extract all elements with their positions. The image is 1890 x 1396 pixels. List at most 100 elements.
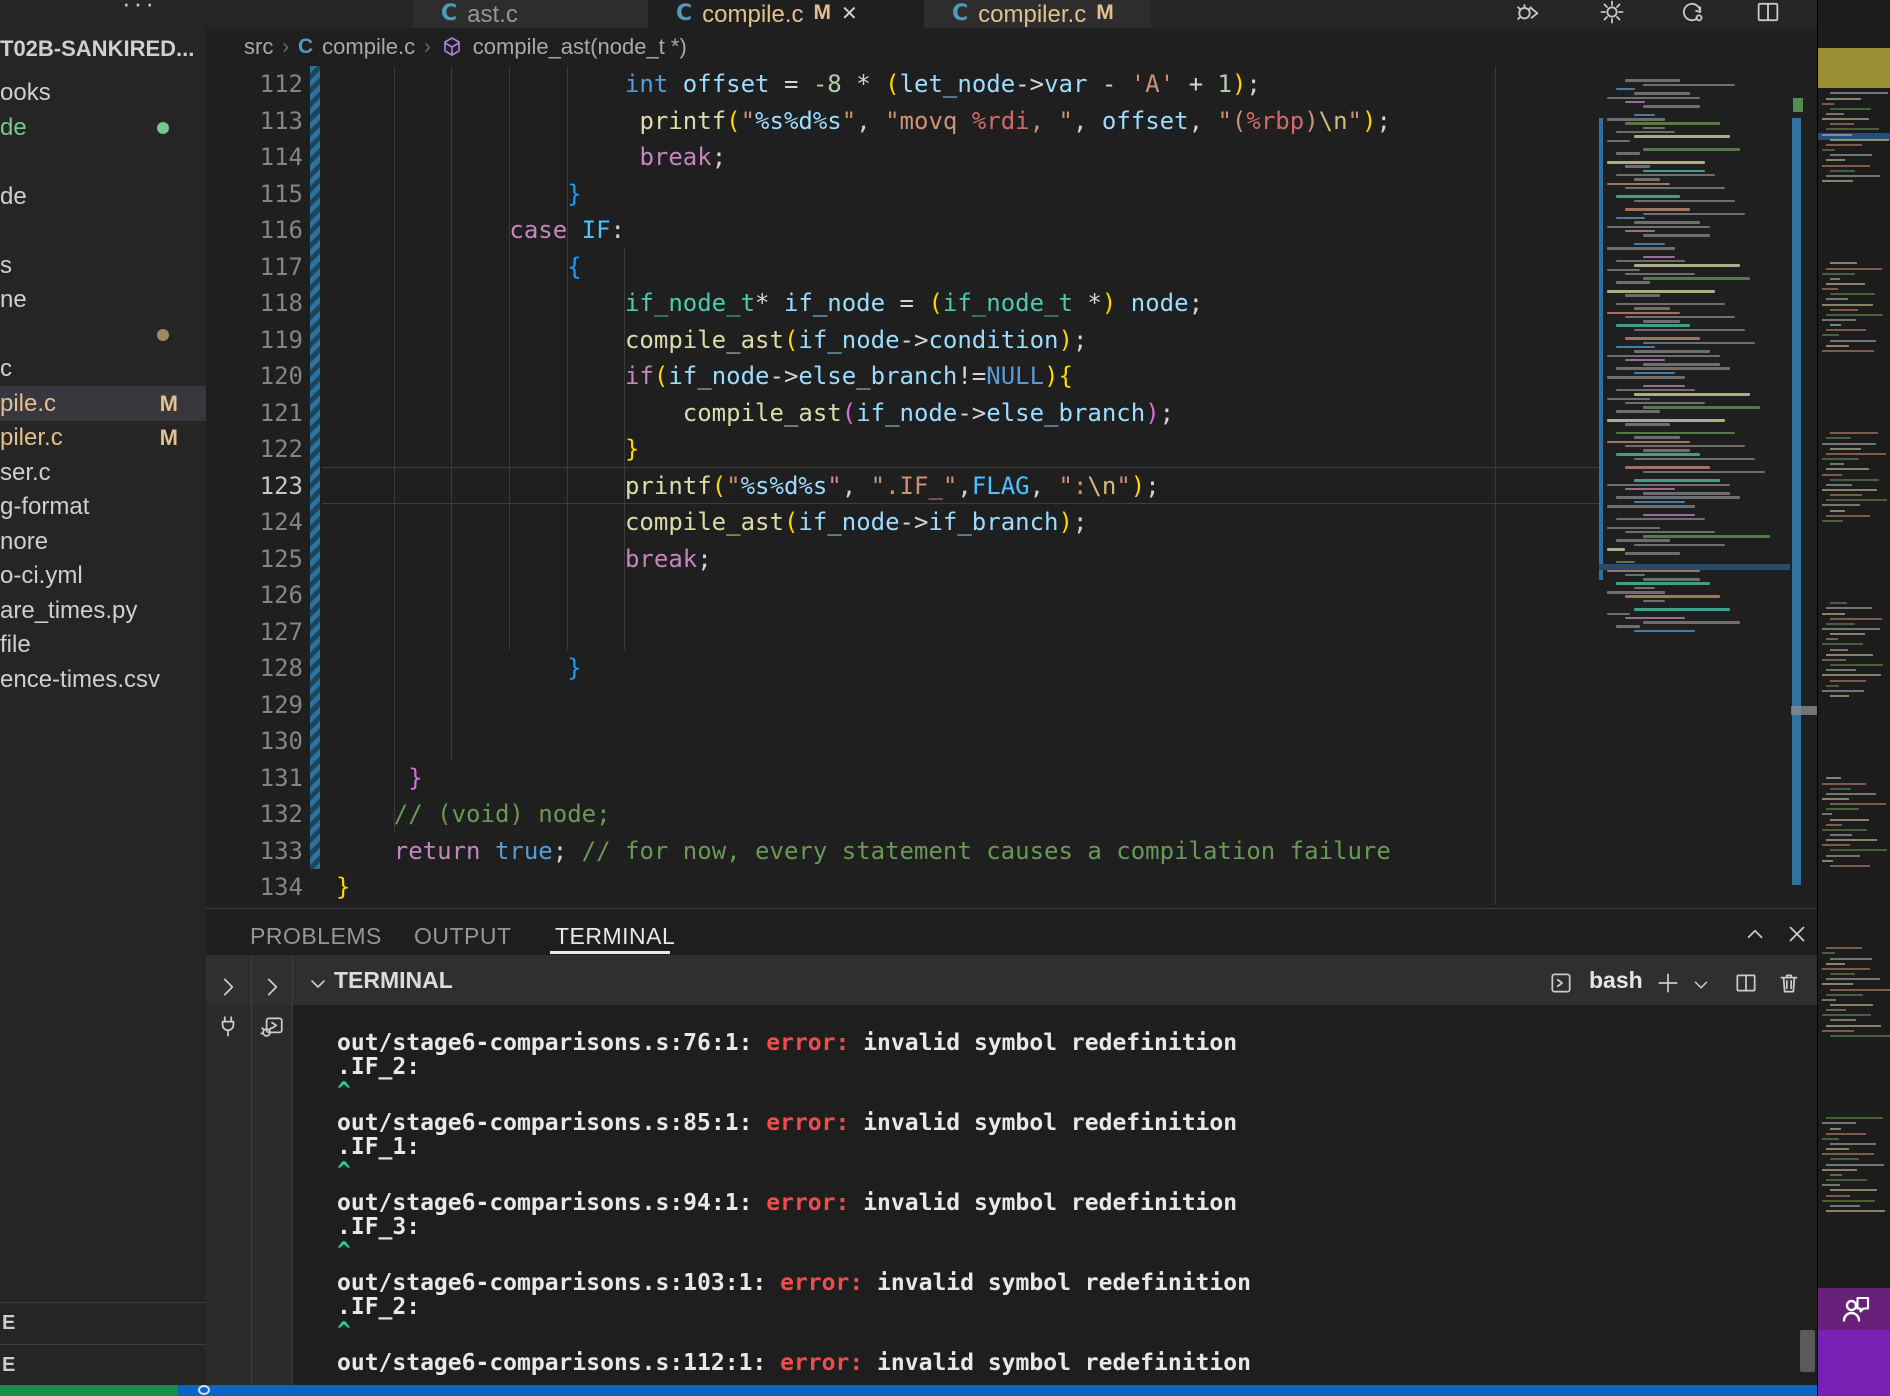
tab-compile.c[interactable]: Ccompile.cM✕ — [648, 0, 924, 28]
sidebar-item-ne[interactable]: ne — [0, 282, 206, 317]
code-line-112[interactable]: int offset = -8 * (let_node->var - 'A' +… — [336, 66, 1261, 103]
editor-scrollbar-thumb[interactable] — [1791, 706, 1817, 715]
terminal-dropdown-chevron-icon[interactable] — [1690, 974, 1712, 996]
code-line-123[interactable]: printf("%s%d%s", ".IF_",FLAG, ":\n"); — [336, 468, 1160, 505]
terminal-caret-line: ^ — [337, 1239, 1777, 1263]
kill-terminal-trash-icon[interactable] — [1776, 970, 1802, 996]
tab-label: compiler.c — [978, 1, 1086, 29]
current-line-border-top — [322, 467, 1599, 468]
plug-icon[interactable] — [215, 1014, 241, 1040]
close-tab-icon[interactable]: ✕ — [841, 1, 858, 26]
sidebar-item-de[interactable]: de — [0, 110, 206, 145]
sidebar-item-o-ci.yml[interactable]: o-ci.yml — [0, 558, 206, 593]
code-line-118[interactable]: if_node_t* if_node = (if_node_t *) node; — [336, 285, 1203, 322]
background-window-text-line — [1830, 340, 1876, 342]
sidebar-section-header[interactable]: E — [0, 1302, 206, 1342]
debug-run-icon[interactable] — [1514, 0, 1542, 26]
background-window-text-line — [1826, 669, 1856, 671]
sidebar-item-de[interactable]: de — [0, 179, 206, 214]
indent-guide — [509, 66, 510, 650]
code-line-117[interactable]: { — [336, 249, 582, 286]
background-window-text-line — [1830, 262, 1857, 264]
sidebar-item-s[interactable]: s — [0, 248, 206, 283]
tab-problems[interactable]: PROBLEMS — [250, 923, 382, 950]
sync-icon[interactable] — [1678, 0, 1706, 26]
sidebar-item-ence-times.csv[interactable]: ence-times.csv — [0, 662, 206, 697]
code-line-134[interactable]: } — [336, 869, 350, 906]
gear-icon[interactable] — [1598, 0, 1626, 26]
chevron-down-icon[interactable] — [306, 972, 330, 996]
background-window-text-line — [1826, 607, 1872, 609]
code-line-120[interactable]: if(if_node->else_branch!=NULL){ — [336, 358, 1073, 395]
tab-output[interactable]: OUTPUT — [414, 923, 512, 950]
shell-name-label[interactable]: bash — [1589, 967, 1643, 994]
background-window-text-line — [1822, 118, 1869, 120]
explorer-folder-header[interactable]: T02B-SANKIRED... — [0, 36, 200, 62]
sidebar-item-nore[interactable]: nore — [0, 524, 206, 559]
background-window-text-line — [1822, 304, 1873, 306]
sidebar-item-hidden[interactable] — [0, 317, 206, 352]
code-line-132[interactable]: // (void) node; — [336, 796, 611, 833]
code-line-116[interactable]: case IF: — [336, 212, 625, 249]
code-line-122[interactable]: } — [336, 431, 639, 468]
remote-indicator[interactable] — [0, 1385, 178, 1396]
code-line-133[interactable]: return true; // for now, every statement… — [336, 833, 1391, 870]
breadcrumb-file[interactable]: compile.c — [322, 34, 415, 60]
code-line-113[interactable]: printf("%s%d%s", "movq %rdi, ", offset, … — [336, 103, 1391, 140]
background-window-text-line — [1826, 345, 1849, 347]
background-window-text-line — [1822, 520, 1843, 522]
sidebar-item-ser.c[interactable]: ser.c — [0, 455, 206, 490]
tab-compiler.c[interactable]: Ccompiler.cM — [924, 0, 1151, 28]
debug-console-icon[interactable] — [259, 1014, 285, 1040]
tab-ast.c[interactable]: Cast.c — [413, 0, 648, 28]
line-number-121: 121 — [206, 395, 303, 432]
sidebar-item-g-format[interactable]: g-format — [0, 489, 206, 524]
sidebar-item-file[interactable]: file — [0, 627, 206, 662]
code-line-121[interactable]: compile_ast(if_node->else_branch); — [336, 395, 1174, 432]
sidebar-item-c[interactable]: c — [0, 351, 206, 386]
background-window-text-line — [1822, 628, 1880, 630]
sidebar-item-hidden[interactable] — [0, 144, 206, 179]
new-terminal-plus-icon[interactable] — [1655, 970, 1681, 996]
sidebar-item-are_times.py[interactable]: are_times.py — [0, 593, 206, 628]
breadcrumb-src[interactable]: src — [244, 34, 273, 60]
line-number-115: 115 — [206, 176, 303, 213]
line-number-112: 112 — [206, 66, 303, 103]
minimap[interactable] — [1599, 66, 1790, 908]
sidebar-item-pile.c[interactable]: pile.cM — [0, 386, 206, 421]
status-bar[interactable] — [178, 1385, 1817, 1396]
column-ruler — [1495, 66, 1496, 905]
close-panel-icon[interactable] — [1784, 921, 1810, 947]
background-window-text-line — [1826, 947, 1862, 949]
background-window-text-line — [1826, 484, 1852, 486]
tab-terminal[interactable]: TERMINAL — [555, 923, 675, 950]
code-line-124[interactable]: compile_ast(if_node->if_branch); — [336, 504, 1087, 541]
background-window-purple-panel — [1818, 1330, 1890, 1396]
code-line-131[interactable]: } — [336, 760, 423, 797]
line-number-114: 114 — [206, 139, 303, 176]
terminal-error-line: out/stage6-comparisons.s:76:1: error: in… — [337, 1031, 1777, 1055]
chevron-up-icon[interactable] — [1742, 921, 1768, 947]
terminal-output[interactable]: out/stage6-comparisons.s:76:1: error: in… — [337, 1031, 1777, 1383]
split-editor-icon[interactable] — [1754, 0, 1782, 26]
background-window-text-line — [1826, 963, 1845, 965]
sidebar-item-ooks[interactable]: ooks — [0, 75, 206, 110]
terminal-scrollbar-thumb[interactable] — [1800, 1330, 1815, 1372]
chevron-right-icon[interactable] — [259, 974, 285, 1000]
chevron-right-icon[interactable] — [215, 974, 241, 1000]
minimap-git-gutter — [1599, 118, 1603, 580]
breadcrumb-symbol[interactable]: compile_ast(node_t *) — [473, 34, 687, 60]
tab-modified-badge: M — [1096, 1, 1114, 25]
explorer-more-actions-icon[interactable]: ··· — [122, 0, 157, 10]
code-line-128[interactable]: } — [336, 650, 582, 687]
code-line-115[interactable]: } — [336, 176, 582, 213]
split-terminal-icon[interactable] — [1733, 970, 1759, 996]
background-window-text-line — [1830, 1205, 1860, 1207]
code-line-125[interactable]: break; — [336, 541, 712, 578]
sidebar-section-header[interactable]: E — [0, 1344, 206, 1384]
sidebar-item-hidden[interactable] — [0, 213, 206, 248]
code-line-119[interactable]: compile_ast(if_node->condition); — [336, 322, 1087, 359]
sidebar-item-piler.c[interactable]: piler.cM — [0, 420, 206, 455]
background-window-text-line — [1826, 98, 1861, 100]
background-window-text-line — [1826, 128, 1879, 130]
